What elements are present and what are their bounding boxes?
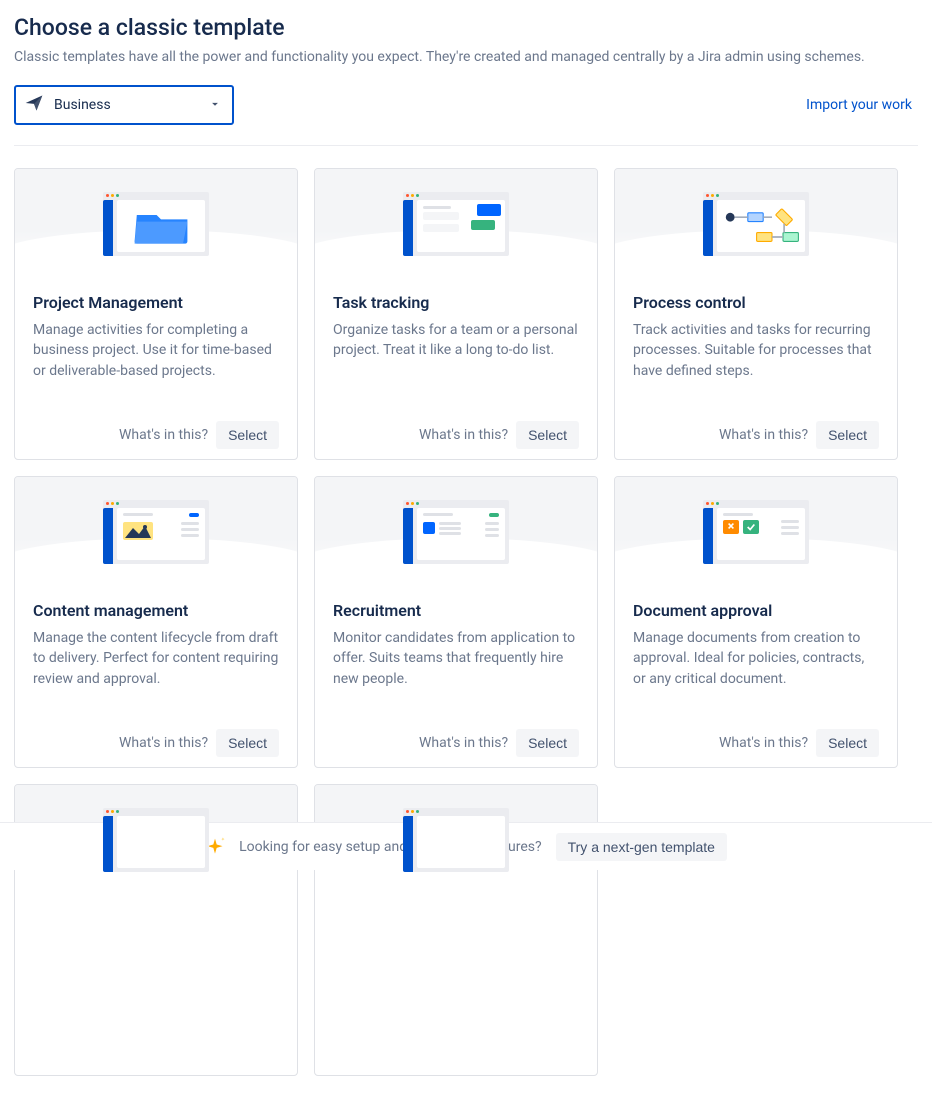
workflow-illustration-icon: [703, 192, 809, 256]
task-list-illustration-icon: [403, 192, 509, 256]
category-dropdown[interactable]: Business: [14, 85, 234, 125]
card-title: Content management: [33, 601, 279, 620]
card-description: Manage the content lifecycle from draft …: [33, 628, 279, 719]
template-card-document-approval: Document approval Manage documents from …: [614, 476, 898, 768]
approval-illustration-icon: [703, 500, 809, 564]
whats-in-this-link[interactable]: What's in this?: [719, 427, 808, 443]
paper-plane-icon: [24, 93, 44, 117]
chevron-down-icon: [208, 96, 222, 115]
card-description: [33, 917, 279, 1065]
select-button[interactable]: Select: [516, 729, 579, 757]
page-title: Choose a classic template: [14, 14, 918, 41]
card-title: Document approval: [633, 601, 879, 620]
template-card-project-management: Project Management Manage activities for…: [14, 168, 298, 460]
template-card-task-tracking: Task tracking Organize tasks for a team …: [314, 168, 598, 460]
template-card-recruitment: Recruitment Monitor candidates from appl…: [314, 476, 598, 768]
whats-in-this-link[interactable]: What's in this?: [119, 735, 208, 751]
page-subtitle: Classic templates have all the power and…: [14, 49, 918, 65]
whats-in-this-link[interactable]: What's in this?: [419, 735, 508, 751]
card-description: Track activities and tasks for recurring…: [633, 320, 879, 411]
card-title: Process control: [633, 293, 879, 312]
recruitment-illustration-icon: [403, 500, 509, 564]
card-description: Monitor candidates from application to o…: [333, 628, 579, 719]
toolbar: Business Import your work: [14, 85, 918, 125]
whats-in-this-link[interactable]: What's in this?: [719, 735, 808, 751]
card-banner: [615, 477, 897, 587]
folder-illustration-icon: [103, 192, 209, 256]
illustration-icon: [103, 808, 209, 872]
card-description: Manage activities for completing a busin…: [33, 320, 279, 411]
card-banner: [15, 169, 297, 279]
select-button[interactable]: Select: [816, 421, 879, 449]
select-button[interactable]: Select: [216, 421, 279, 449]
select-button[interactable]: Select: [516, 421, 579, 449]
template-card-content-management: Content management Manage the content li…: [14, 476, 298, 768]
try-next-gen-button[interactable]: Try a next-gen template: [556, 833, 727, 861]
card-description: [333, 917, 579, 1065]
card-description: Organize tasks for a team or a personal …: [333, 320, 579, 411]
card-banner: [615, 169, 897, 279]
card-title: Task tracking: [333, 293, 579, 312]
whats-in-this-link[interactable]: What's in this?: [119, 427, 208, 443]
card-banner: [315, 169, 597, 279]
card-description: Manage documents from creation to approv…: [633, 628, 879, 719]
select-button[interactable]: Select: [216, 729, 279, 757]
divider: [14, 145, 918, 146]
card-banner: [315, 477, 597, 587]
card-title: Project Management: [33, 293, 279, 312]
illustration-icon: [403, 808, 509, 872]
select-button[interactable]: Select: [816, 729, 879, 757]
content-illustration-icon: [103, 500, 209, 564]
import-your-work-link[interactable]: Import your work: [806, 97, 918, 113]
whats-in-this-link[interactable]: What's in this?: [419, 427, 508, 443]
card-banner: [15, 477, 297, 587]
category-dropdown-label: Business: [54, 97, 111, 113]
template-card-process-control: Process control Track activities and tas…: [614, 168, 898, 460]
card-title: Recruitment: [333, 601, 579, 620]
template-grid: Project Management Manage activities for…: [14, 168, 918, 1116]
